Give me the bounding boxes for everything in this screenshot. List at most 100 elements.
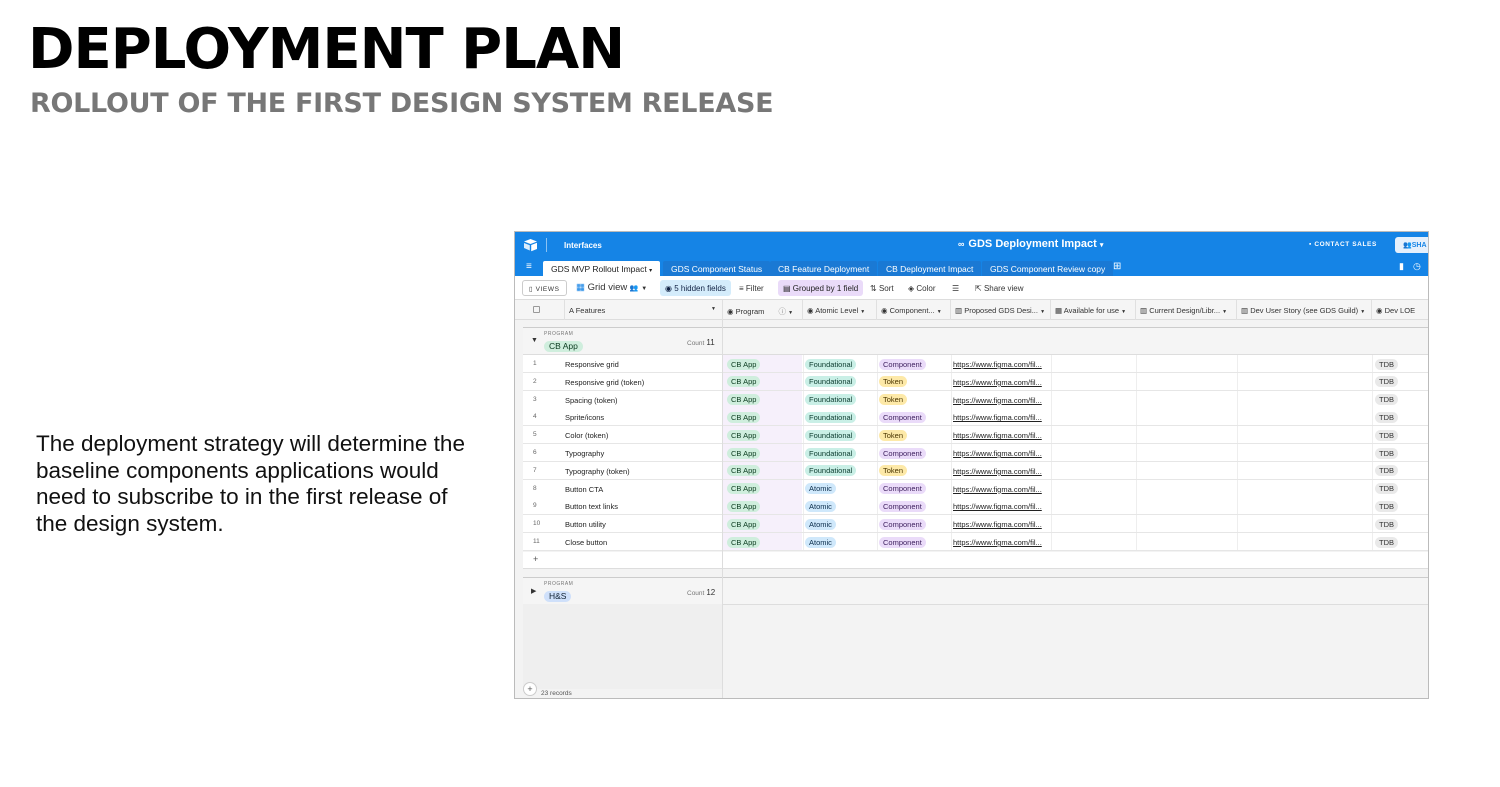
figma-link[interactable]: https://www.figma.com/fil... xyxy=(953,538,1042,547)
feature-cell[interactable]: Responsive grid (token) xyxy=(565,378,644,387)
atomic-level-pill[interactable]: Atomic xyxy=(805,483,836,495)
table-row[interactable]: 8 Button CTA CB App Atomic Component https://… xyxy=(523,479,1428,498)
table-row[interactable]: 2 Responsive grid (token) CB App Foundation… xyxy=(523,372,1428,391)
share-view-button[interactable]: ⇱ Share view xyxy=(970,280,1029,296)
feature-cell[interactable]: Close button xyxy=(565,538,607,547)
atomic-level-pill[interactable]: Atomic xyxy=(805,500,836,512)
table-row[interactable]: 10 Button utility CB App Atomic Component htt… xyxy=(523,515,1428,534)
dev-loe-pill[interactable]: TDB xyxy=(1375,518,1398,530)
dev-loe-pill[interactable]: TDB xyxy=(1375,376,1398,388)
hidden-fields-button[interactable]: ◉ 5 hidden fields xyxy=(660,280,731,296)
atomic-level-pill[interactable]: Foundational xyxy=(805,429,857,441)
base-title[interactable]: ∞ GDS Deployment Impact ▾ xyxy=(958,238,1103,250)
program-pill[interactable]: CB App xyxy=(727,465,761,477)
filter-button[interactable]: ≡ Filter xyxy=(734,280,769,296)
component-type-pill[interactable]: Token xyxy=(879,376,908,388)
program-pill[interactable]: CB App xyxy=(727,394,761,406)
dev-loe-pill[interactable]: TDB xyxy=(1375,447,1398,459)
figma-link[interactable]: https://www.figma.com/fil... xyxy=(953,360,1042,369)
table-row[interactable]: 9 Button text links CB App Atomic Component h… xyxy=(523,497,1428,516)
figma-link[interactable]: https://www.figma.com/fil... xyxy=(953,431,1042,440)
column-header-dev-loe[interactable]: ◉ Dev LOE xyxy=(1372,300,1428,320)
atomic-level-pill[interactable]: Foundational xyxy=(805,447,857,459)
tab-cb-deployment-impact[interactable]: CB Deployment Impact xyxy=(878,261,982,276)
dev-loe-pill[interactable]: TDB xyxy=(1375,394,1398,406)
component-type-pill[interactable]: Component xyxy=(879,411,926,423)
hamburger-menu-icon[interactable]: ≡ xyxy=(526,261,532,272)
add-record-button[interactable]: + xyxy=(523,682,537,696)
component-type-pill[interactable]: Token xyxy=(879,465,908,477)
select-all-checkbox-cell[interactable] xyxy=(523,300,565,320)
tab-gds-component-review-copy[interactable]: GDS Component Review copy xyxy=(982,261,1114,276)
program-pill[interactable]: CB App xyxy=(727,536,761,548)
interfaces-link[interactable]: Interfaces xyxy=(564,241,602,250)
grid-view-selector[interactable]: ▦ Grid view 👥 ▼ xyxy=(576,282,647,293)
row-height-button[interactable]: ☰ xyxy=(947,280,964,296)
atomic-level-pill[interactable]: Atomic xyxy=(805,536,836,548)
dev-loe-pill[interactable]: TDB xyxy=(1375,358,1398,370)
feature-cell[interactable]: Sprite/icons xyxy=(565,413,604,422)
figma-link[interactable]: https://www.figma.com/fil... xyxy=(953,449,1042,458)
atomic-level-pill[interactable]: Foundational xyxy=(805,465,857,477)
column-header-features[interactable]: A Features ▼ xyxy=(565,300,723,320)
atomic-level-pill[interactable]: Foundational xyxy=(805,411,857,423)
table-row[interactable]: 4 Sprite/icons CB App Foundational Component… xyxy=(523,408,1428,427)
atomic-level-pill[interactable]: Foundational xyxy=(805,394,857,406)
sort-button[interactable]: ⇅ Sort xyxy=(865,280,899,296)
tab-gds-component-status[interactable]: GDS Component Status xyxy=(663,261,771,276)
feature-cell[interactable]: Color (token) xyxy=(565,431,608,440)
component-type-pill[interactable]: Component xyxy=(879,536,926,548)
column-header-available-for-use[interactable]: ▦ Available for use ▼ xyxy=(1051,300,1136,320)
program-pill[interactable]: CB App xyxy=(727,411,761,423)
feature-cell[interactable]: Button CTA xyxy=(565,485,603,494)
dev-loe-pill[interactable]: TDB xyxy=(1375,500,1398,512)
component-type-pill[interactable]: Component xyxy=(879,483,926,495)
color-button[interactable]: ◈ Color xyxy=(903,280,941,296)
dev-loe-pill[interactable]: TDB xyxy=(1375,536,1398,548)
airtable-logo-icon[interactable] xyxy=(523,238,538,252)
dev-loe-pill[interactable]: TDB xyxy=(1375,465,1398,477)
component-type-pill[interactable]: Component xyxy=(879,500,926,512)
table-row[interactable]: 3 Spacing (token) CB App Foundational Token h… xyxy=(523,390,1428,409)
program-pill[interactable]: CB App xyxy=(727,483,761,495)
collapse-triangle-icon[interactable]: ▼ xyxy=(531,337,538,344)
dev-loe-pill[interactable]: TDB xyxy=(1375,429,1398,441)
figma-link[interactable]: https://www.figma.com/fil... xyxy=(953,485,1042,494)
atomic-level-pill[interactable]: Atomic xyxy=(805,518,836,530)
column-header-program[interactable]: ◉ Program ⓘ ▼ xyxy=(723,300,803,320)
expand-triangle-icon[interactable]: ▶ xyxy=(531,587,536,595)
views-button[interactable]: ▯ VIEWS xyxy=(522,280,567,296)
column-header-proposed-gds-design[interactable]: ▥ Proposed GDS Desi... ▼ xyxy=(951,300,1051,320)
component-type-pill[interactable]: Component xyxy=(879,518,926,530)
tab-cb-feature-deployment[interactable]: CB Feature Deployment xyxy=(770,261,878,276)
feature-cell[interactable]: Spacing (token) xyxy=(565,396,618,405)
table-row[interactable]: 5 Color (token) CB App Foundational Token htt… xyxy=(523,426,1428,445)
feature-cell[interactable]: Responsive grid xyxy=(565,360,619,369)
group-header-hs[interactable]: ▶ PROGRAM H&S Count 12 xyxy=(523,577,1428,606)
tab-gds-mvp-rollout-impact[interactable]: GDS MVP Rollout Impact ▾ xyxy=(543,261,661,276)
share-button[interactable]: 👥SHA xyxy=(1395,237,1428,253)
component-type-pill[interactable]: Component xyxy=(879,447,926,459)
program-pill[interactable]: CB App xyxy=(727,447,761,459)
table-row[interactable]: 6 Typography CB App Foundational Component ht… xyxy=(523,444,1428,462)
figma-link[interactable]: https://www.figma.com/fil... xyxy=(953,378,1042,387)
program-pill[interactable]: CB App xyxy=(727,358,761,370)
program-pill[interactable]: CB App xyxy=(727,376,761,388)
feature-cell[interactable]: Typography (token) xyxy=(565,467,630,476)
program-pill[interactable]: CB App xyxy=(727,518,761,530)
figma-link[interactable]: https://www.figma.com/fil... xyxy=(953,396,1042,405)
figma-link[interactable]: https://www.figma.com/fil... xyxy=(953,413,1042,422)
table-row[interactable]: 7 Typography (token) CB App Foundational Tok… xyxy=(523,461,1428,480)
program-pill[interactable]: CB App xyxy=(727,429,761,441)
column-header-atomic-level[interactable]: ◉ Atomic Level ▼ xyxy=(803,300,877,320)
feature-cell[interactable]: Typography xyxy=(565,449,604,458)
add-table-icon[interactable]: ⊞ xyxy=(1113,261,1121,272)
group-header-cb-app[interactable]: ▼ PROGRAM CB App Count 11 xyxy=(523,327,1428,356)
program-pill[interactable]: CB App xyxy=(727,500,761,512)
table-row[interactable]: 11 Close button CB App Atomic Component https… xyxy=(523,533,1428,551)
component-type-pill[interactable]: Token xyxy=(879,394,908,406)
trash-icon[interactable]: ▮ xyxy=(1399,261,1404,272)
atomic-level-pill[interactable]: Foundational xyxy=(805,358,857,370)
column-header-component[interactable]: ◉ Component... ▼ xyxy=(877,300,951,320)
dev-loe-pill[interactable]: TDB xyxy=(1375,411,1398,423)
